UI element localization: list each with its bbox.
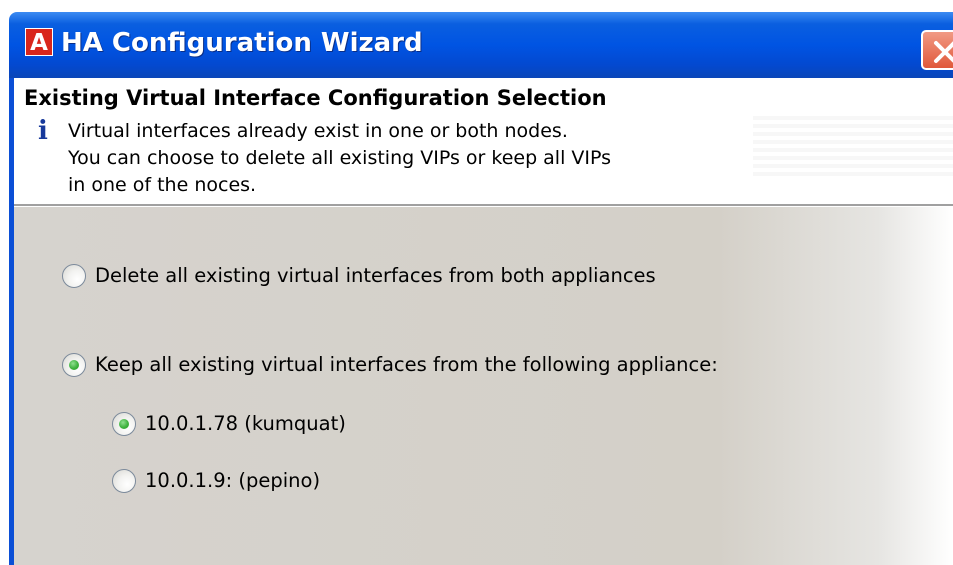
description-line: in one of the noces. [68,174,257,196]
option-delete-all[interactable]: Delete all existing virtual interfaces f… [62,263,656,289]
radio-appliance-kumquat[interactable] [112,412,136,436]
page-title: Existing Virtual Interface Configuration… [24,86,607,110]
app-logo-icon: A [25,28,53,56]
appliance-pepino-label[interactable]: 10.0.1.9: (pepino) [145,468,320,494]
wizard-window: A HA Configuration Wizard Existing Virtu… [0,0,953,565]
header-decoration [753,116,953,176]
appliance-option-pepino[interactable]: 10.0.1.9: (pepino) [112,468,320,494]
option-delete-all-label[interactable]: Delete all existing virtual interfaces f… [95,263,656,289]
appliance-option-kumquat[interactable]: 10.0.1.78 (kumquat) [112,411,346,437]
radio-keep-all[interactable] [62,353,86,377]
title-bar[interactable]: A HA Configuration Wizard [9,12,953,78]
option-keep-all-label[interactable]: Keep all existing virtual interfaces fro… [95,352,718,378]
wizard-header: Existing Virtual Interface Configuration… [14,78,953,204]
appliance-kumquat-label[interactable]: 10.0.1.78 (kumquat) [145,411,346,437]
window-title: HA Configuration Wizard [61,28,423,58]
radio-delete-all[interactable] [62,264,86,288]
close-button[interactable] [921,30,953,70]
description-line: You can choose to delete all existing VI… [68,147,612,169]
info-icon: i [38,116,48,146]
option-keep-all[interactable]: Keep all existing virtual interfaces fro… [62,352,718,378]
header-description: Virtual interfaces already exist in one … [68,118,611,199]
wizard-body: Delete all existing virtual interfaces f… [14,207,953,565]
radio-appliance-pepino[interactable] [112,469,136,493]
close-icon [934,41,953,63]
description-line: Virtual interfaces already exist in one … [68,120,568,142]
